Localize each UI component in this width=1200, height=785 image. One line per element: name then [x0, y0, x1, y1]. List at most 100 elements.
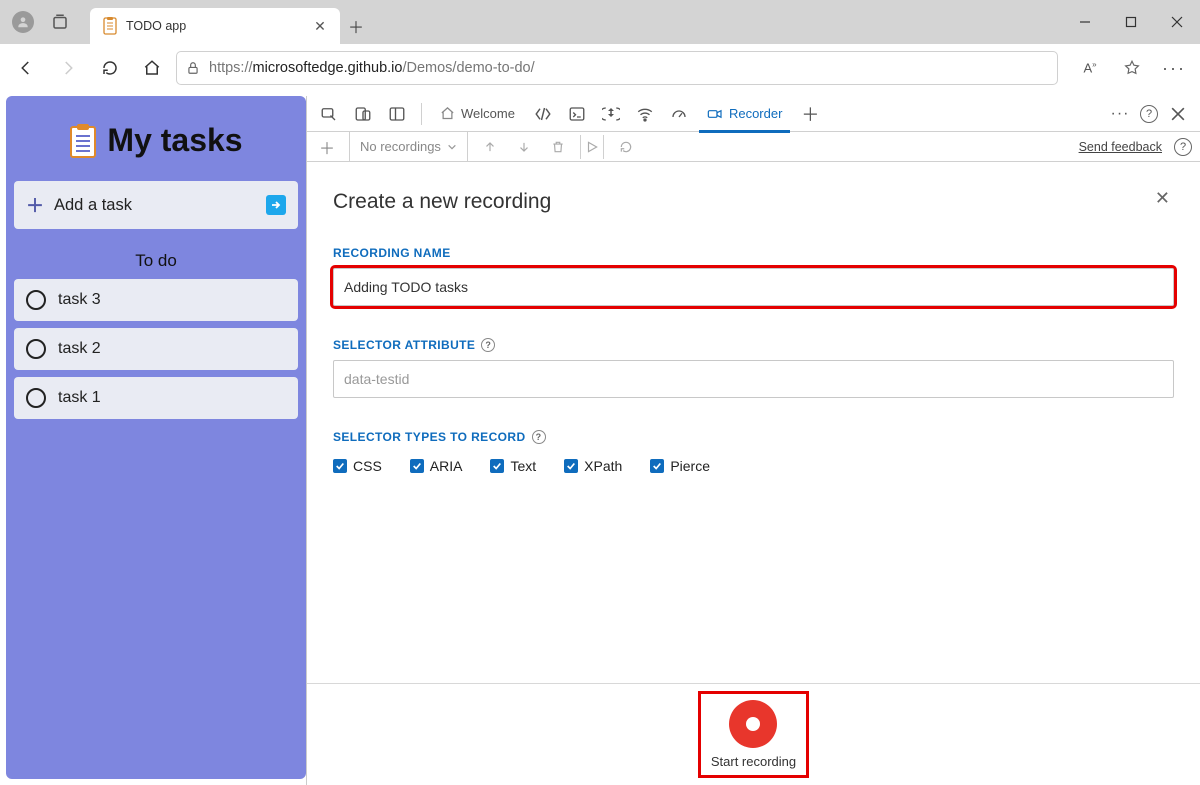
info-icon[interactable]: ?: [532, 430, 546, 444]
more-tools-icon[interactable]: ···: [1106, 100, 1134, 128]
tab-recorder[interactable]: Recorder: [699, 96, 790, 132]
elements-icon[interactable]: [529, 100, 557, 128]
record-icon: [729, 700, 777, 748]
app-title: My tasks: [14, 104, 298, 181]
checkbox-label: ARIA: [430, 458, 463, 474]
send-feedback-link[interactable]: Send feedback: [1079, 140, 1162, 154]
recording-name-label: RECORDING NAME: [333, 246, 1174, 260]
home-button[interactable]: [134, 50, 170, 86]
tab-label: Recorder: [729, 106, 782, 121]
performance-icon[interactable]: [665, 100, 693, 128]
tab-title: TODO app: [126, 19, 304, 33]
checkbox-icon: [490, 459, 504, 473]
replay-icon[interactable]: [580, 135, 604, 159]
checkbox-icon: [410, 459, 424, 473]
selector-attribute-input[interactable]: [333, 360, 1174, 398]
url-host: microsoftedge.github.io: [253, 60, 403, 76]
inspect-icon[interactable]: [315, 100, 343, 128]
app-title-text: My tasks: [107, 122, 242, 159]
checkbox-icon: [650, 459, 664, 473]
lock-icon: [185, 60, 201, 76]
settings-more-icon[interactable]: ···: [1156, 50, 1192, 86]
devtools-panel: Welcome Recorder ＋ ··· ? ＋ No recordings: [306, 96, 1200, 785]
start-recording-button[interactable]: Start recording: [701, 694, 806, 775]
submit-arrow-icon[interactable]: [266, 195, 286, 215]
checkbox-aria[interactable]: ARIA: [410, 458, 463, 474]
task-item[interactable]: task 1: [14, 377, 298, 419]
refresh-button[interactable]: [92, 50, 128, 86]
checkbox-icon: [333, 459, 347, 473]
plus-icon: ＋: [26, 192, 44, 218]
recorder-toolbar: ＋ No recordings Send feedback ?: [307, 132, 1200, 162]
tab-favicon-icon: [102, 16, 118, 36]
minimize-button[interactable]: [1062, 0, 1108, 44]
selector-types-label: SELECTOR TYPES TO RECORD ?: [333, 430, 1174, 444]
checkbox-label: Text: [510, 458, 536, 474]
back-button[interactable]: [8, 50, 44, 86]
checkbox-pierce[interactable]: Pierce: [650, 458, 710, 474]
favorite-icon[interactable]: [1114, 50, 1150, 86]
task-checkbox-icon[interactable]: [26, 339, 46, 359]
home-icon: [440, 106, 455, 121]
address-bar: https://microsoftedge.github.io/Demos/de…: [0, 44, 1200, 92]
info-icon[interactable]: ?: [481, 338, 495, 352]
tab-actions-icon[interactable]: [50, 12, 70, 32]
task-label: task 2: [58, 340, 101, 358]
help-icon[interactable]: ?: [1174, 138, 1192, 156]
url-input[interactable]: https://microsoftedge.github.io/Demos/de…: [176, 51, 1058, 85]
label-text: SELECTOR TYPES TO RECORD: [333, 430, 526, 444]
add-tab-icon[interactable]: ＋: [796, 100, 824, 128]
new-tab-button[interactable]: ＋: [340, 8, 372, 44]
checkbox-label: XPath: [584, 458, 622, 474]
tab-label: Welcome: [461, 106, 515, 121]
recording-name-input[interactable]: [333, 268, 1174, 306]
chevron-down-icon: [447, 142, 457, 152]
forward-button[interactable]: [50, 50, 86, 86]
profile-avatar-icon[interactable]: [12, 11, 34, 33]
replay-settings-icon[interactable]: [614, 135, 638, 159]
label-text: SELECTOR ATTRIBUTE: [333, 338, 475, 352]
add-task-input[interactable]: ＋ Add a task: [14, 181, 298, 229]
task-item[interactable]: task 2: [14, 328, 298, 370]
network-icon[interactable]: [631, 100, 659, 128]
task-checkbox-icon[interactable]: [26, 290, 46, 310]
url-path: /Demos/demo-to-do/: [402, 60, 534, 76]
section-header: To do: [14, 251, 298, 271]
tab-close-icon[interactable]: ✕: [312, 18, 328, 34]
dropdown-label: No recordings: [360, 139, 441, 154]
recordings-dropdown[interactable]: No recordings: [349, 132, 468, 162]
title-bar-left: [0, 0, 82, 44]
delete-icon[interactable]: [546, 135, 570, 159]
device-emulation-icon[interactable]: [349, 100, 377, 128]
task-label: task 3: [58, 291, 101, 309]
tab-welcome[interactable]: Welcome: [432, 96, 523, 132]
checkbox-label: CSS: [353, 458, 382, 474]
console-icon[interactable]: [563, 100, 591, 128]
new-recording-icon[interactable]: ＋: [315, 135, 339, 159]
checkbox-icon: [564, 459, 578, 473]
sources-icon[interactable]: [597, 100, 625, 128]
close-window-button[interactable]: [1154, 0, 1200, 44]
task-item[interactable]: task 3: [14, 279, 298, 321]
devtools-tabs: Welcome Recorder ＋ ··· ?: [307, 96, 1200, 132]
task-label: task 1: [58, 389, 101, 407]
selector-attribute-label: SELECTOR ATTRIBUTE ?: [333, 338, 1174, 352]
recorder-form: Create a new recording ✕ RECORDING NAME …: [307, 162, 1200, 683]
close-devtools-icon[interactable]: [1164, 100, 1192, 128]
import-icon[interactable]: [512, 135, 536, 159]
title-bar: TODO app ✕ ＋: [0, 0, 1200, 44]
browser-tab[interactable]: TODO app ✕: [90, 8, 340, 44]
help-icon[interactable]: ?: [1140, 105, 1158, 123]
dock-side-icon[interactable]: [383, 100, 411, 128]
close-form-icon[interactable]: ✕: [1155, 188, 1170, 209]
checkbox-xpath[interactable]: XPath: [564, 458, 622, 474]
clipboard-icon: [69, 124, 97, 158]
maximize-button[interactable]: [1108, 0, 1154, 44]
read-aloud-icon[interactable]: A»: [1072, 50, 1108, 86]
window-controls: [1062, 0, 1200, 44]
export-icon[interactable]: [478, 135, 502, 159]
checkbox-text[interactable]: Text: [490, 458, 536, 474]
task-checkbox-icon[interactable]: [26, 388, 46, 408]
checkbox-css[interactable]: CSS: [333, 458, 382, 474]
form-heading: Create a new recording: [333, 190, 1174, 214]
